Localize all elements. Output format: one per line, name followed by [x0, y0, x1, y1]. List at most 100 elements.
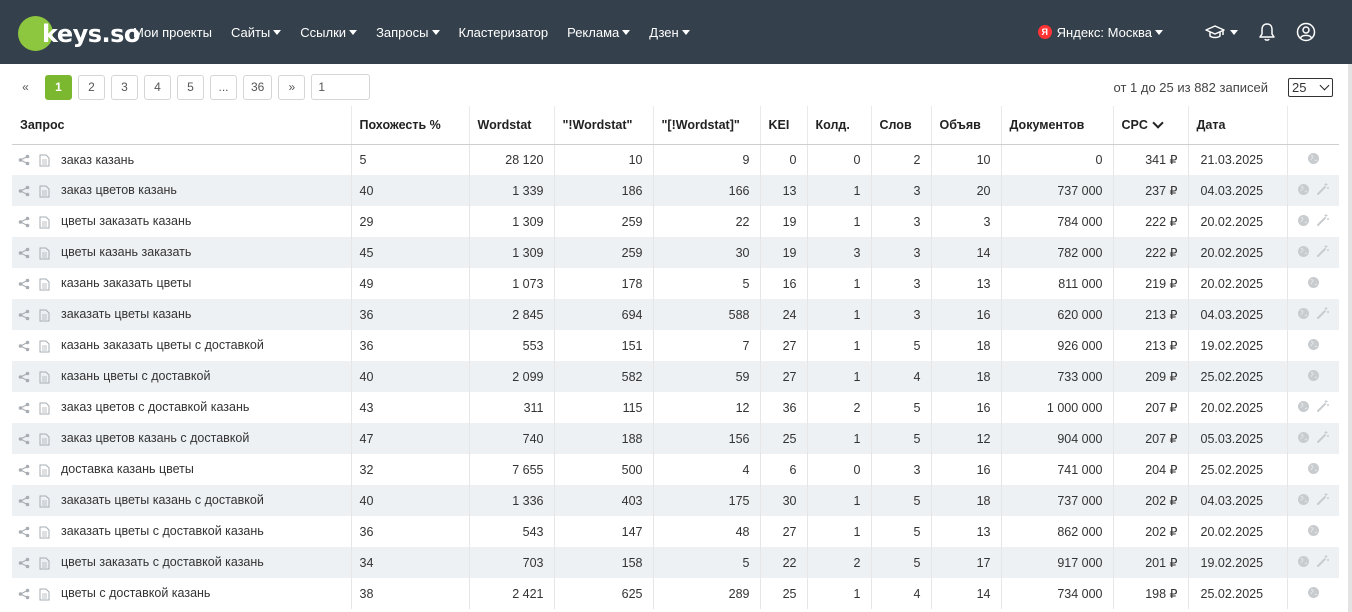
column-header[interactable]: CPC	[1112, 106, 1188, 145]
share-icon[interactable]	[18, 526, 30, 538]
goto-page-input[interactable]	[311, 74, 371, 100]
share-icon[interactable]	[18, 185, 30, 197]
column-header[interactable]: "[!Wordstat]"	[652, 106, 760, 145]
column-header[interactable]: Дата	[1187, 106, 1287, 145]
column-header[interactable]: Похожесть %	[350, 106, 469, 145]
magic-wand-icon[interactable]	[1316, 182, 1330, 199]
page-button[interactable]: 3	[111, 74, 138, 100]
document-icon[interactable]	[39, 464, 50, 477]
nav-item[interactable]: Мои проекты	[133, 25, 212, 40]
page-button[interactable]: 36	[243, 74, 273, 100]
query-text[interactable]: заказать цветы казань с доставкой	[61, 493, 264, 507]
table-row[interactable]: заказать цветы с доставкой казань 36 543 14…	[12, 516, 1339, 547]
globe-icon[interactable]	[1297, 555, 1310, 571]
globe-icon[interactable]	[1307, 586, 1320, 602]
nav-item[interactable]: Запросы	[376, 25, 440, 40]
globe-icon[interactable]	[1297, 431, 1310, 447]
page-button[interactable]: 4	[144, 74, 171, 100]
query-text[interactable]: заказ цветов с доставкой казань	[61, 400, 249, 414]
document-icon[interactable]	[39, 557, 50, 570]
nav-item[interactable]: Сайты	[231, 25, 282, 40]
globe-icon[interactable]	[1307, 338, 1320, 354]
query-text[interactable]: цветы с доставкой казань	[61, 586, 210, 600]
magic-wand-icon[interactable]	[1316, 213, 1330, 230]
page-button[interactable]: 1	[45, 74, 72, 100]
query-text[interactable]: заказать цветы казань	[61, 307, 191, 321]
document-icon[interactable]	[39, 588, 50, 601]
query-text[interactable]: казань цветы с доставкой	[61, 369, 210, 383]
share-icon[interactable]	[18, 402, 30, 414]
column-header[interactable]: Запрос	[12, 106, 351, 145]
column-header[interactable]: Слов	[870, 106, 931, 145]
table-row[interactable]: заказать цветы казань с доставкой 40 1 336…	[12, 485, 1339, 516]
magic-wand-icon[interactable]	[1316, 492, 1330, 509]
table-row[interactable]: цветы заказать с доставкой казань 34 703 15…	[12, 547, 1339, 578]
share-icon[interactable]	[18, 247, 30, 259]
page-button[interactable]: 5	[177, 74, 204, 100]
share-icon[interactable]	[18, 371, 30, 383]
globe-icon[interactable]	[1307, 276, 1320, 292]
share-icon[interactable]	[18, 278, 30, 290]
notifications-button[interactable]	[1258, 22, 1276, 42]
globe-icon[interactable]	[1307, 462, 1320, 478]
document-icon[interactable]	[39, 154, 50, 167]
nav-item[interactable]: Ссылки	[300, 25, 358, 40]
table-row[interactable]: казань заказать цветы с доставкой 36 553 15…	[12, 330, 1339, 361]
query-text[interactable]: заказ цветов казань	[61, 183, 177, 197]
share-icon[interactable]	[18, 588, 30, 600]
column-header[interactable]	[1286, 106, 1339, 145]
column-header[interactable]: KEI	[759, 106, 807, 145]
logo[interactable]: keys.so	[18, 15, 140, 51]
table-row[interactable]: заказ цветов с доставкой казань 43 311 115 1…	[12, 392, 1339, 423]
document-icon[interactable]	[39, 216, 50, 229]
nav-item[interactable]: Кластеризатор	[459, 25, 549, 40]
query-text[interactable]: казань заказать цветы с доставкой	[61, 338, 264, 352]
column-header[interactable]: Колд.	[806, 106, 871, 145]
globe-icon[interactable]	[1307, 152, 1320, 168]
page-ellipsis[interactable]: ...	[210, 74, 237, 100]
nav-item[interactable]: Реклама	[567, 25, 631, 40]
prev-page-button[interactable]: «	[12, 74, 39, 100]
magic-wand-icon[interactable]	[1316, 554, 1330, 571]
share-icon[interactable]	[18, 557, 30, 569]
column-header[interactable]: Wordstat	[468, 106, 554, 145]
document-icon[interactable]	[39, 402, 50, 415]
nav-item[interactable]: Дзен	[649, 25, 690, 40]
document-icon[interactable]	[39, 185, 50, 198]
document-icon[interactable]	[39, 526, 50, 539]
document-icon[interactable]	[39, 433, 50, 446]
magic-wand-icon[interactable]	[1316, 430, 1330, 447]
globe-icon[interactable]	[1297, 400, 1310, 416]
column-header[interactable]: Документов	[1000, 106, 1113, 145]
share-icon[interactable]	[18, 464, 30, 476]
query-text[interactable]: заказ цветов казань с доставкой	[61, 431, 249, 445]
globe-icon[interactable]	[1297, 307, 1310, 323]
globe-icon[interactable]	[1297, 493, 1310, 509]
table-row[interactable]: заказ цветов казань с доставкой 47 740 188 1…	[12, 423, 1339, 454]
page-scrollbar[interactable]	[1348, 64, 1352, 612]
query-text[interactable]: цветы заказать с доставкой казань	[61, 555, 264, 569]
table-row[interactable]: заказать цветы казань 36 2 845 694 588 24 1 3 16…	[12, 299, 1339, 330]
page-button[interactable]: 2	[78, 74, 105, 100]
globe-icon[interactable]	[1297, 245, 1310, 261]
query-text[interactable]: заказать цветы с доставкой казань	[61, 524, 264, 538]
query-text[interactable]: заказ казань	[61, 153, 134, 167]
document-icon[interactable]	[39, 278, 50, 291]
table-row[interactable]: казань заказать цветы 49 1 073 178 5 16 1 3 13 81…	[12, 268, 1339, 299]
globe-icon[interactable]	[1307, 524, 1320, 540]
column-header[interactable]: Объяв	[930, 106, 1001, 145]
document-icon[interactable]	[39, 340, 50, 353]
document-icon[interactable]	[39, 495, 50, 508]
query-text[interactable]: цветы казань заказать	[61, 245, 191, 259]
column-header[interactable]: "!Wordstat"	[553, 106, 653, 145]
share-icon[interactable]	[18, 309, 30, 321]
globe-icon[interactable]	[1307, 369, 1320, 385]
per-page-select[interactable]: 25	[1288, 78, 1333, 97]
magic-wand-icon[interactable]	[1316, 244, 1330, 261]
profile-button[interactable]	[1296, 22, 1316, 42]
education-menu[interactable]	[1205, 24, 1238, 40]
share-icon[interactable]	[18, 433, 30, 445]
next-page-button[interactable]: »	[278, 74, 306, 100]
query-text[interactable]: цветы заказать казань	[61, 214, 191, 228]
query-text[interactable]: казань заказать цветы	[61, 276, 191, 290]
